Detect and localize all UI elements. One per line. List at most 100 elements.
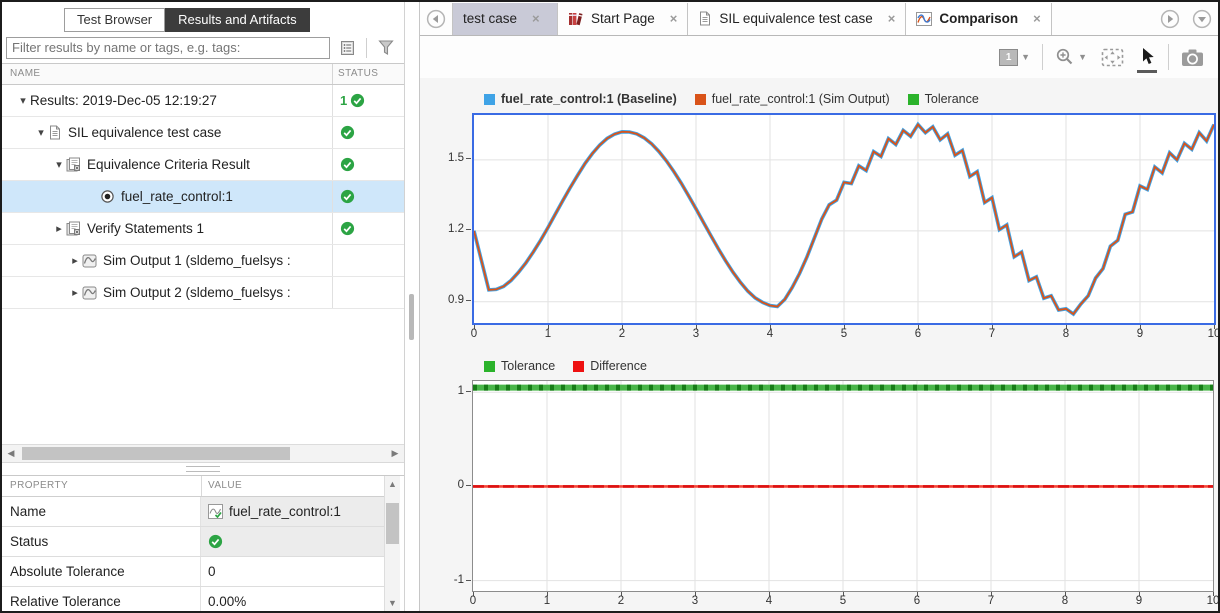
tree-row-sim-output-1-sldemo-fuelsys[interactable]: ▸ Sim Output 1 (sldemo_fuelsys : — [2, 245, 404, 277]
scroll-right-arrow[interactable]: ▶ — [388, 447, 402, 460]
pass-check-icon — [350, 93, 365, 108]
difference-tolerance-chart[interactable]: ToleranceDifference-101012345678910 — [420, 358, 1218, 612]
camera-icon — [1181, 48, 1204, 67]
y-tick-mark — [466, 300, 471, 301]
tab-label: test case — [463, 11, 517, 26]
saved-filter-list-button[interactable] — [336, 38, 359, 58]
x-tick-label: 7 — [978, 595, 1004, 607]
tab-scroll-left-button[interactable] — [426, 9, 446, 29]
vertical-scrollbar-thumb[interactable] — [386, 503, 399, 544]
horizontal-scrollbar-thumb[interactable] — [22, 447, 290, 460]
property-name: Relative Tolerance — [2, 587, 201, 611]
panel-tab-bar: Test BrowserResults and Artifacts — [2, 2, 404, 32]
expander-open-icon[interactable]: ▾ — [52, 158, 66, 171]
subplot-layout-button[interactable]: 1 ▼ — [997, 46, 1032, 69]
y-tick-label: 0 — [428, 479, 464, 491]
scroll-down-arrow[interactable]: ▼ — [385, 596, 400, 610]
property-value-text: fuel_rate_control:1 — [229, 504, 341, 519]
pass-check-icon — [340, 221, 355, 236]
document-tab-bar: test case×Start Page×SIL equivalence tes… — [420, 2, 1218, 36]
tree-row-equivalence-criteria-result[interactable]: ▾Equivalence Criteria Result — [2, 149, 404, 181]
tree-row-fuel-rate-control-1[interactable]: fuel_rate_control:1 — [2, 181, 404, 213]
x-tick-label: 0 — [460, 595, 486, 607]
close-tab-icon[interactable]: × — [888, 11, 896, 26]
legend-item-difference: Difference — [573, 359, 647, 373]
expander-open-icon[interactable]: ▾ — [34, 126, 48, 139]
expander-closed-icon[interactable]: ▸ — [68, 254, 82, 267]
books-icon — [568, 11, 584, 27]
column-divider — [201, 476, 202, 496]
legend-swatch — [573, 361, 584, 372]
expander-open-icon[interactable]: ▾ — [16, 94, 30, 107]
filter-button[interactable] — [373, 37, 399, 58]
snapshot-button[interactable] — [1179, 45, 1206, 70]
legend-label: Tolerance — [501, 359, 555, 373]
expander-closed-icon[interactable]: ▸ — [68, 286, 82, 299]
results-tree: ▾Results: 2019-Dec-05 12:19:271▾SIL equi… — [2, 85, 404, 309]
property-value: 0.00% — [201, 587, 384, 611]
document-tab-comparison[interactable]: Comparison × — [906, 3, 1051, 35]
property-row-relative-tolerance[interactable]: Relative Tolerance0.00% — [2, 587, 384, 611]
tree-row-label: fuel_rate_control:1 — [121, 189, 233, 204]
close-tab-icon[interactable]: × — [670, 11, 678, 26]
property-column-headers: PROPERTY VALUE — [2, 476, 384, 497]
filter-input[interactable] — [6, 37, 330, 59]
status-cell — [332, 277, 404, 308]
sigcheck-icon — [208, 504, 223, 519]
property-row-absolute-tolerance[interactable]: Absolute Tolerance0 — [2, 557, 384, 587]
status-cell — [332, 213, 404, 244]
tree-empty-area — [2, 309, 404, 444]
tab-list-button[interactable] — [1192, 9, 1212, 29]
tab-scroll-right-button[interactable] — [1160, 9, 1180, 29]
document-tab-test-case[interactable]: test case × — [452, 3, 558, 35]
list-icon — [340, 40, 355, 56]
pass-check-icon — [340, 125, 355, 140]
panel-tab-test-browser[interactable]: Test Browser — [64, 8, 165, 32]
fit-to-view-button[interactable] — [1099, 45, 1126, 70]
document-tab-sil-equivalence-test-case[interactable]: SIL equivalence test case × — [688, 3, 906, 35]
funnel-icon — [377, 39, 395, 56]
scroll-up-arrow[interactable]: ▲ — [385, 477, 400, 491]
tab-label: SIL equivalence test case — [719, 11, 872, 26]
tree-row-results-2019-dec-05-12-19-27[interactable]: ▾Results: 2019-Dec-05 12:19:271 — [2, 85, 404, 117]
tree-row-verify-statements-1[interactable]: ▸ Verify Statements 1 — [2, 213, 404, 245]
panel-splitter[interactable] — [2, 462, 404, 476]
column-header-value: VALUE — [208, 480, 242, 491]
signals-comparison-chart[interactable]: fuel_rate_control:1 (Baseline)fuel_rate_… — [420, 91, 1218, 345]
property-name: Status — [2, 527, 201, 556]
property-value — [201, 527, 384, 556]
column-header-name: NAME — [10, 68, 41, 79]
document-tab-start-page[interactable]: Start Page× — [558, 3, 688, 35]
y-tick-label: 1 — [428, 385, 464, 397]
vertical-splitter[interactable] — [404, 2, 420, 611]
fit-to-view-icon — [1101, 48, 1124, 67]
chevron-down-icon: ▼ — [1078, 52, 1087, 62]
scroll-left-arrow[interactable]: ◀ — [4, 447, 18, 460]
tree-row-label: Sim Output 1 (sldemo_fuelsys : — [103, 253, 291, 268]
x-tick-label: 2 — [608, 595, 634, 607]
panel-tab-results-and-artifacts[interactable]: Results and Artifacts — [165, 8, 310, 32]
property-row-name[interactable]: Namefuel_rate_control:1 — [2, 497, 384, 527]
vertical-scrollbar[interactable]: ▲ ▼ — [384, 476, 400, 611]
tab-label: Comparison — [939, 11, 1018, 26]
plot-area[interactable] — [472, 113, 1216, 325]
signal-icon — [82, 286, 97, 300]
zoom-button[interactable]: ▼ — [1053, 45, 1089, 69]
x-tick-label: 2 — [609, 328, 635, 340]
y-tick-label: 1.5 — [428, 152, 464, 164]
filter-bar — [2, 32, 404, 63]
close-tab-icon[interactable]: × — [1033, 11, 1041, 26]
tree-row-sim-output-2-sldemo-fuelsys[interactable]: ▸Sim Output 2 (sldemo_fuelsys : — [2, 277, 404, 309]
vertical-splitter-grip[interactable] — [409, 294, 414, 340]
property-row-status[interactable]: Status — [2, 527, 384, 557]
pointer-tool-button[interactable] — [1136, 44, 1158, 70]
plot-toolbar: 1 ▼ ▼ — [420, 36, 1218, 78]
tree-row-sil-equivalence-test-case[interactable]: ▾SIL equivalence test case — [2, 117, 404, 149]
property-value: 0 — [201, 557, 384, 586]
tree-row-label: Verify Statements 1 — [87, 221, 204, 236]
plot-area[interactable] — [472, 380, 1214, 592]
close-tab-icon[interactable]: × — [532, 11, 540, 26]
expander-closed-icon[interactable]: ▸ — [52, 222, 66, 235]
legend-item-fuel-rate-control-1-baseline: fuel_rate_control:1 (Baseline) — [484, 92, 677, 106]
horizontal-scrollbar[interactable]: ◀ ▶ — [2, 444, 404, 462]
